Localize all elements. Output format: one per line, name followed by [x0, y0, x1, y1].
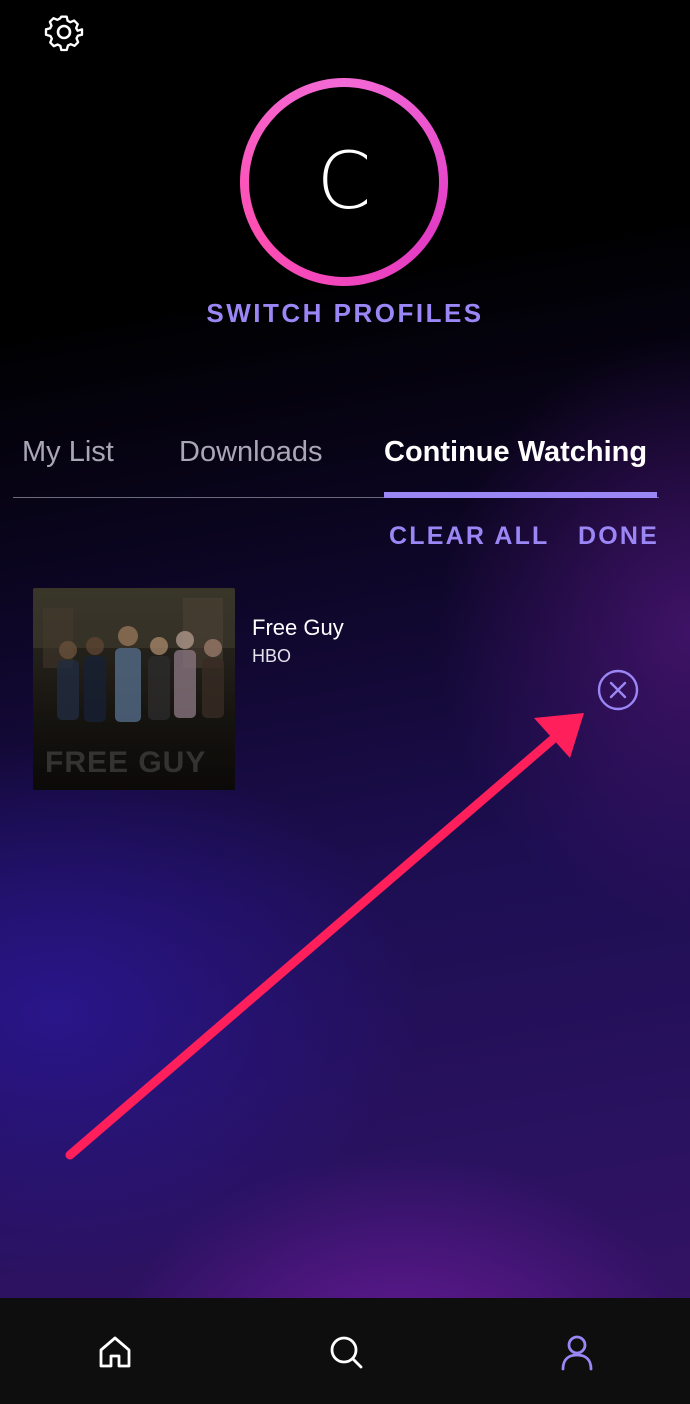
settings-button[interactable]: [44, 15, 84, 55]
item-title[interactable]: Free Guy: [252, 615, 344, 641]
close-circle-icon: [597, 669, 639, 711]
nav-profile-button[interactable]: [557, 1332, 597, 1372]
tab-my-list[interactable]: My List: [22, 436, 114, 469]
remove-item-button[interactable]: [597, 669, 639, 711]
profile-initial: C: [249, 87, 439, 277]
search-icon: [330, 1336, 363, 1369]
active-tab-indicator: [384, 492, 657, 498]
clear-all-button[interactable]: CLEAR ALL: [389, 522, 550, 551]
done-button[interactable]: DONE: [578, 522, 659, 551]
poster-thumbnail[interactable]: FREE GUY: [33, 588, 235, 790]
tab-continue-watching[interactable]: Continue Watching: [384, 436, 647, 469]
gear-icon: [44, 15, 84, 52]
switch-profiles-button[interactable]: SWITCH PROFILES: [0, 298, 690, 329]
profile-avatar[interactable]: C: [240, 78, 448, 286]
profile-icon: [561, 1335, 593, 1371]
poster-title-text: FREE GUY: [45, 746, 207, 779]
home-icon: [99, 1336, 131, 1368]
item-network: HBO: [252, 646, 292, 666]
nav-search-button[interactable]: [326, 1332, 366, 1372]
nav-home-button[interactable]: [95, 1332, 135, 1372]
tab-downloads[interactable]: Downloads: [179, 436, 322, 469]
